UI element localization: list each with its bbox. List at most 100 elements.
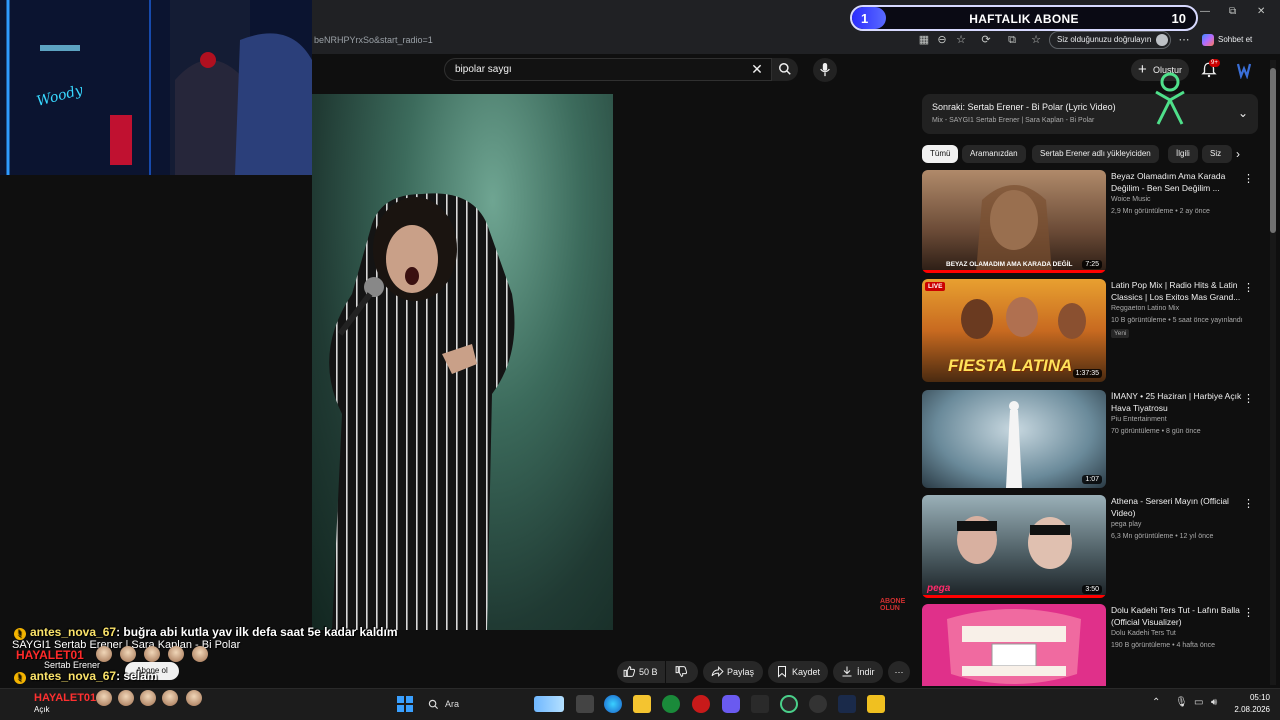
more-options-icon[interactable]: ⋮: [1243, 606, 1254, 619]
video-thumbnail[interactable]: [922, 604, 1106, 686]
app-icon-red[interactable]: [692, 695, 710, 713]
chip-all[interactable]: Tümü: [922, 145, 959, 163]
video-title[interactable]: İMANY • 25 Haziran | Harbiye Açık Hava T…: [1111, 390, 1245, 414]
stream-mascot-logo: [1155, 72, 1185, 125]
voice-search-button[interactable]: [813, 58, 837, 82]
video-title[interactable]: Athena - Serseri Mayın (Official Video): [1111, 495, 1245, 519]
channel-name[interactable]: Woice Music: [1111, 196, 1151, 203]
duration-label: 1:07: [1082, 475, 1102, 484]
thumbnail-image: [976, 185, 1052, 273]
like-button[interactable]: 50 B: [617, 661, 665, 683]
watermark-line2: OLUN: [880, 605, 900, 612]
recommendation-item[interactable]: Dolu Kadehi Ters Tut - Lafını Balla (Off…: [922, 604, 1258, 686]
obs-icon[interactable]: [809, 695, 827, 713]
download-button[interactable]: İndir: [833, 661, 883, 683]
recommendation-item[interactable]: BEYAZ OLAMADIM AMA KARADA DEĞİL 7:25 Bey…: [922, 170, 1258, 274]
more-options-icon[interactable]: ⋮: [1243, 392, 1254, 405]
system-clock[interactable]: 05:10 2.08.2026: [1226, 692, 1270, 716]
refresh-icon[interactable]: ⟳: [978, 32, 994, 48]
more-options-icon[interactable]: ⋮: [1243, 281, 1254, 294]
chevron-up-icon[interactable]: ⌃: [1152, 697, 1160, 708]
taskbar-overlay-username: HAYALET01: [34, 692, 97, 704]
video-title[interactable]: Beyaz Olamadım Ama Karada Değilim - Ben …: [1111, 170, 1245, 194]
maximize-icon[interactable]: ⧉: [1229, 6, 1236, 17]
search-icon: [779, 63, 791, 75]
video-thumbnail[interactable]: LIVE FIESTA LATINA 1:37:35: [922, 279, 1106, 382]
minimize-icon[interactable]: —: [1200, 6, 1210, 17]
verify-identity-button[interactable]: Siz olduğunuzu doğrulayın: [1049, 31, 1171, 49]
chat-username: antes_nova_67: [30, 669, 117, 683]
chip-from-uploader[interactable]: Sertab Erener adlı yükleyiciden: [1032, 145, 1159, 163]
windows-start-icon[interactable]: [396, 695, 414, 713]
channel-name[interactable]: Piu Entertainment: [1111, 416, 1167, 423]
channel-name[interactable]: Dolu Kadehi Ters Tut: [1111, 630, 1176, 637]
display-icon[interactable]: ▭: [1194, 697, 1203, 708]
video-meta: 190 B görüntüleme • 4 hafta önce: [1111, 642, 1216, 649]
video-thumbnail[interactable]: pega 3:50: [922, 495, 1106, 598]
chat-emote-icon: [186, 690, 202, 706]
more-horizontal-icon: ⋯: [894, 667, 904, 677]
share-button[interactable]: Paylaş: [703, 661, 763, 683]
microphone-tray-icon[interactable]: 🎙︎: [1175, 697, 1188, 708]
capcut-icon[interactable]: [751, 695, 769, 713]
search-button[interactable]: [772, 58, 798, 81]
video-title[interactable]: Latin Pop Mix | Radio Hits & Latin Class…: [1111, 279, 1245, 303]
recommendation-item[interactable]: pega 3:50 Athena - Serseri Mayın (Offici…: [922, 495, 1258, 599]
video-thumbnail[interactable]: 1:07: [922, 390, 1106, 488]
streamer-webcam: Woody: [0, 0, 312, 175]
weekly-subscriber-goal-bar: 1 HAFTALIK ABONE 10: [850, 5, 1198, 31]
app-icon-yellow[interactable]: [867, 695, 885, 713]
volume-icon[interactable]: 🔊︎: [1211, 697, 1217, 708]
chip-you[interactable]: Siz: [1202, 145, 1232, 163]
duration-label: 1:37:35: [1072, 369, 1102, 378]
steam-icon[interactable]: [838, 695, 856, 713]
taskbar-search[interactable]: Ara: [420, 694, 570, 714]
save-button[interactable]: Kaydet: [768, 661, 828, 683]
more-menu-icon[interactable]: ⋯: [1176, 32, 1192, 48]
chat-emote-icon: [96, 646, 112, 662]
task-view-icon[interactable]: [576, 695, 594, 713]
up-next-panel[interactable]: Sonraki: Sertab Erener - Bi Polar (Lyric…: [922, 94, 1258, 134]
recommendation-item[interactable]: LIVE FIESTA LATINA 1:37:35 Latin Pop Mix…: [922, 279, 1258, 383]
favorite-star-icon[interactable]: ☆: [953, 32, 969, 48]
chip-related[interactable]: İlgili: [1168, 145, 1198, 163]
search-input[interactable]: bipolar saygı: [444, 58, 772, 81]
discord-icon[interactable]: [722, 695, 740, 713]
more-options-icon[interactable]: ⋮: [1243, 497, 1254, 510]
save-label: Kaydet: [792, 667, 821, 677]
zoom-icon[interactable]: ⊖: [934, 32, 950, 48]
chat-badge-icon: !: [14, 672, 26, 684]
clear-search-icon[interactable]: ✕: [748, 60, 766, 78]
chat-text: : selam: [116, 669, 158, 683]
dislike-button[interactable]: [666, 661, 698, 683]
up-next-title: Sonraki: Sertab Erener - Bi Polar (Lyric…: [932, 102, 1116, 112]
video-thumbnail[interactable]: BEYAZ OLAMADIM AMA KARADA DEĞİL 7:25: [922, 170, 1106, 273]
more-options-icon[interactable]: ⋮: [1243, 172, 1254, 185]
apps-icon[interactable]: ▦: [916, 32, 932, 48]
duration-label: 3:50: [1082, 585, 1102, 594]
extensions-icon[interactable]: ⧉: [1004, 32, 1020, 48]
chevron-right-icon[interactable]: ›: [1236, 145, 1250, 163]
account-avatar-icon[interactable]: [1235, 61, 1253, 79]
chat-emote-icon: [118, 690, 134, 706]
app-icon-circle[interactable]: [780, 695, 798, 713]
video-title[interactable]: Dolu Kadehi Ters Tut - Lafını Balla (Off…: [1111, 604, 1245, 628]
notification-count-badge: 9+: [1209, 59, 1220, 67]
close-window-icon[interactable]: ✕: [1257, 6, 1265, 17]
page-scrollbar-thumb[interactable]: [1270, 68, 1276, 233]
more-actions-button[interactable]: ⋯: [888, 661, 910, 683]
file-explorer-icon[interactable]: [633, 695, 651, 713]
video-player[interactable]: [312, 94, 613, 630]
copilot-icon: [1202, 33, 1214, 46]
channel-name[interactable]: pega play: [1111, 521, 1141, 528]
edge-browser-icon[interactable]: [604, 695, 622, 713]
collections-icon[interactable]: ☆: [1028, 32, 1044, 48]
recommendation-item[interactable]: 1:07 İMANY • 25 Haziran | Harbiye Açık H…: [922, 390, 1258, 490]
address-bar[interactable]: beNRHPYrxSo&start_radio=1: [312, 30, 912, 50]
chevron-down-icon[interactable]: ⌄: [1238, 106, 1248, 120]
channel-name[interactable]: Reggaeton Latino Mix: [1111, 305, 1179, 312]
app-icon-green[interactable]: [662, 695, 680, 713]
copilot-chat-button[interactable]: Sohbet et: [1202, 31, 1278, 49]
chip-from-search[interactable]: Aramanızdan: [962, 145, 1026, 163]
weather-widget[interactable]: HAYALET01 Açık: [34, 693, 96, 715]
